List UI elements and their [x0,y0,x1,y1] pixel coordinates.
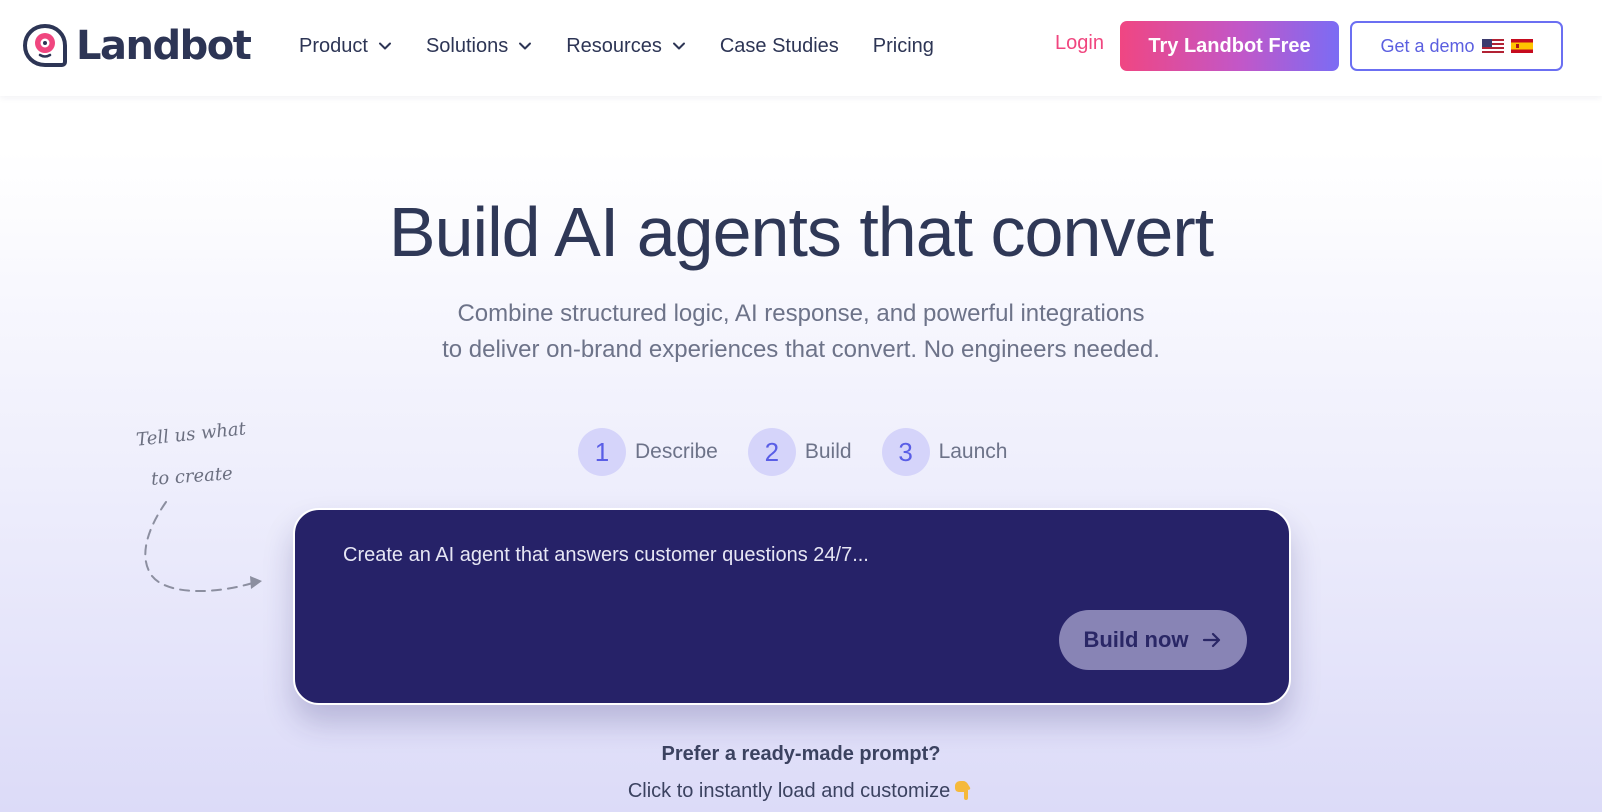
nav-item-product[interactable]: Product [299,35,392,58]
handwritten-note-line: to create [150,463,234,490]
step-label: Describe [635,440,718,463]
prompt-box: Build now [293,508,1291,705]
nav-item-pricing[interactable]: Pricing [873,35,934,58]
nav-item-resources[interactable]: Resources [566,35,686,58]
nav-item-label: Pricing [872,34,934,57]
site-header: Landbot Product Solutions Resources Case… [0,0,1602,96]
es-flag-icon [1510,39,1533,53]
handwritten-note-line: Tell us what [135,418,247,451]
hero-subtitle: Combine structured logic, AI response, a… [0,296,1602,368]
steps-indicator: 1 Describe 2 Build 3 Launch [578,428,1037,476]
get-demo-button[interactable]: Get a demo [1350,21,1563,71]
arrow-right-icon [1202,632,1220,648]
hero-subtitle-line: to deliver on-brand experiences that con… [442,336,1160,363]
nav-item-solutions[interactable]: Solutions [426,35,532,58]
step-launch: 3 Launch [881,428,1008,476]
landbot-logo-icon [22,23,67,67]
build-now-label: Build now [1083,627,1189,652]
login-link[interactable]: Login [1055,32,1104,55]
chevron-down-icon [519,42,532,50]
hero-title: Build AI agents that convert [388,193,1214,271]
pointing-down-hand-icon [955,781,971,800]
dashed-arrow-icon [144,501,262,593]
try-free-button[interactable]: Try Landbot Free [1120,21,1339,71]
step-label: Build [804,440,852,463]
main-nav: Product Solutions Resources Case Studies… [299,0,968,92]
step-label: Launch [938,440,1008,463]
step-number: 2 [747,428,796,476]
step-number: 3 [881,428,930,476]
nav-item-label: Case Studies [719,34,839,57]
ready-prompt-subtitle-text: Click to instantly load and customize [627,780,951,802]
ready-prompt-subtitle: Click to instantly load and customize [0,779,1602,803]
nav-item-case-studies[interactable]: Case Studies [720,35,839,58]
build-now-button[interactable]: Build now [1059,610,1247,670]
us-flag-icon [1481,39,1504,53]
brand-name: Landbot [76,23,252,69]
hero-subtitle-line: Combine structured logic, AI response, a… [457,300,1145,327]
prompt-input[interactable] [343,544,1223,567]
chevron-down-icon [378,42,391,50]
chevron-down-icon [672,42,685,50]
step-number: 1 [578,428,626,476]
get-demo-label: Get a demo [1380,35,1475,56]
nav-item-label: Resources [566,34,662,57]
step-describe: 1 Describe [578,428,718,476]
step-build: 2 Build [747,428,852,476]
ready-prompt-title: Prefer a ready-made prompt? [661,743,941,765]
landbot-logo[interactable]: Landbot [22,23,252,69]
nav-item-label: Product [299,34,368,57]
nav-item-label: Solutions [425,34,509,57]
